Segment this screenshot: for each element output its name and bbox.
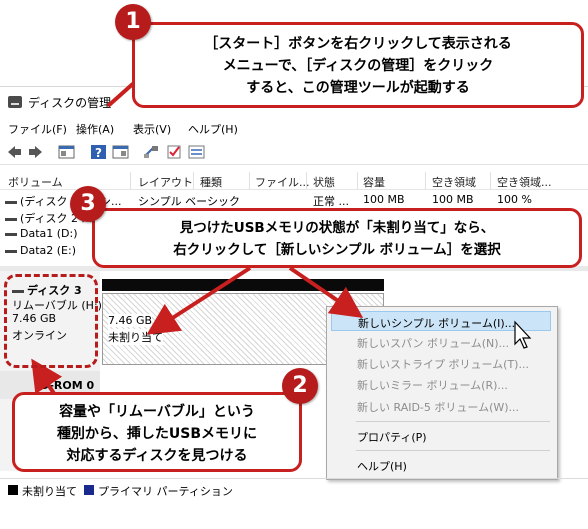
callout3-arrow-right: [288, 266, 364, 319]
callout-2-line: 容量や「リムーバブル」という: [59, 404, 255, 420]
callout-1-line: すると、この管理ツールが起動する: [246, 80, 470, 96]
step-badge-3: 3: [70, 186, 106, 222]
callout-2: 容量や「リムーバブル」という 種別から、挿したUSBメモリに 対応するディスクを…: [12, 392, 302, 472]
callout-1-line: ［スタート］ボタンを右クリックして表示される: [204, 36, 512, 52]
callout-3-line: 見つけたUSBメモリの状態が「未割り当て」なら、: [179, 220, 495, 236]
callout-2-line: 対応するディスクを見つける: [66, 448, 248, 464]
callout-3-line: 右クリックして［新しいシンプル ボリューム］を選択: [173, 242, 501, 258]
callout1-pointer: [106, 80, 137, 108]
disk3-highlight-box: [4, 274, 98, 368]
callout3-arrow-left: [146, 266, 252, 335]
callout-1-line: メニューで、［ディスクの管理］をクリック: [222, 58, 494, 74]
step-badge-2: 2: [282, 368, 318, 404]
step-badge-1: 1: [115, 4, 151, 40]
callout-3: 見つけたUSBメモリの状態が「未割り当て」なら、 右クリックして［新しいシンプル…: [92, 208, 582, 268]
callout-1: ［スタート］ボタンを右クリックして表示される メニューで、［ディスクの管理］をク…: [132, 22, 584, 108]
callout-2-line: 種別から、挿したUSBメモリに: [56, 426, 258, 442]
